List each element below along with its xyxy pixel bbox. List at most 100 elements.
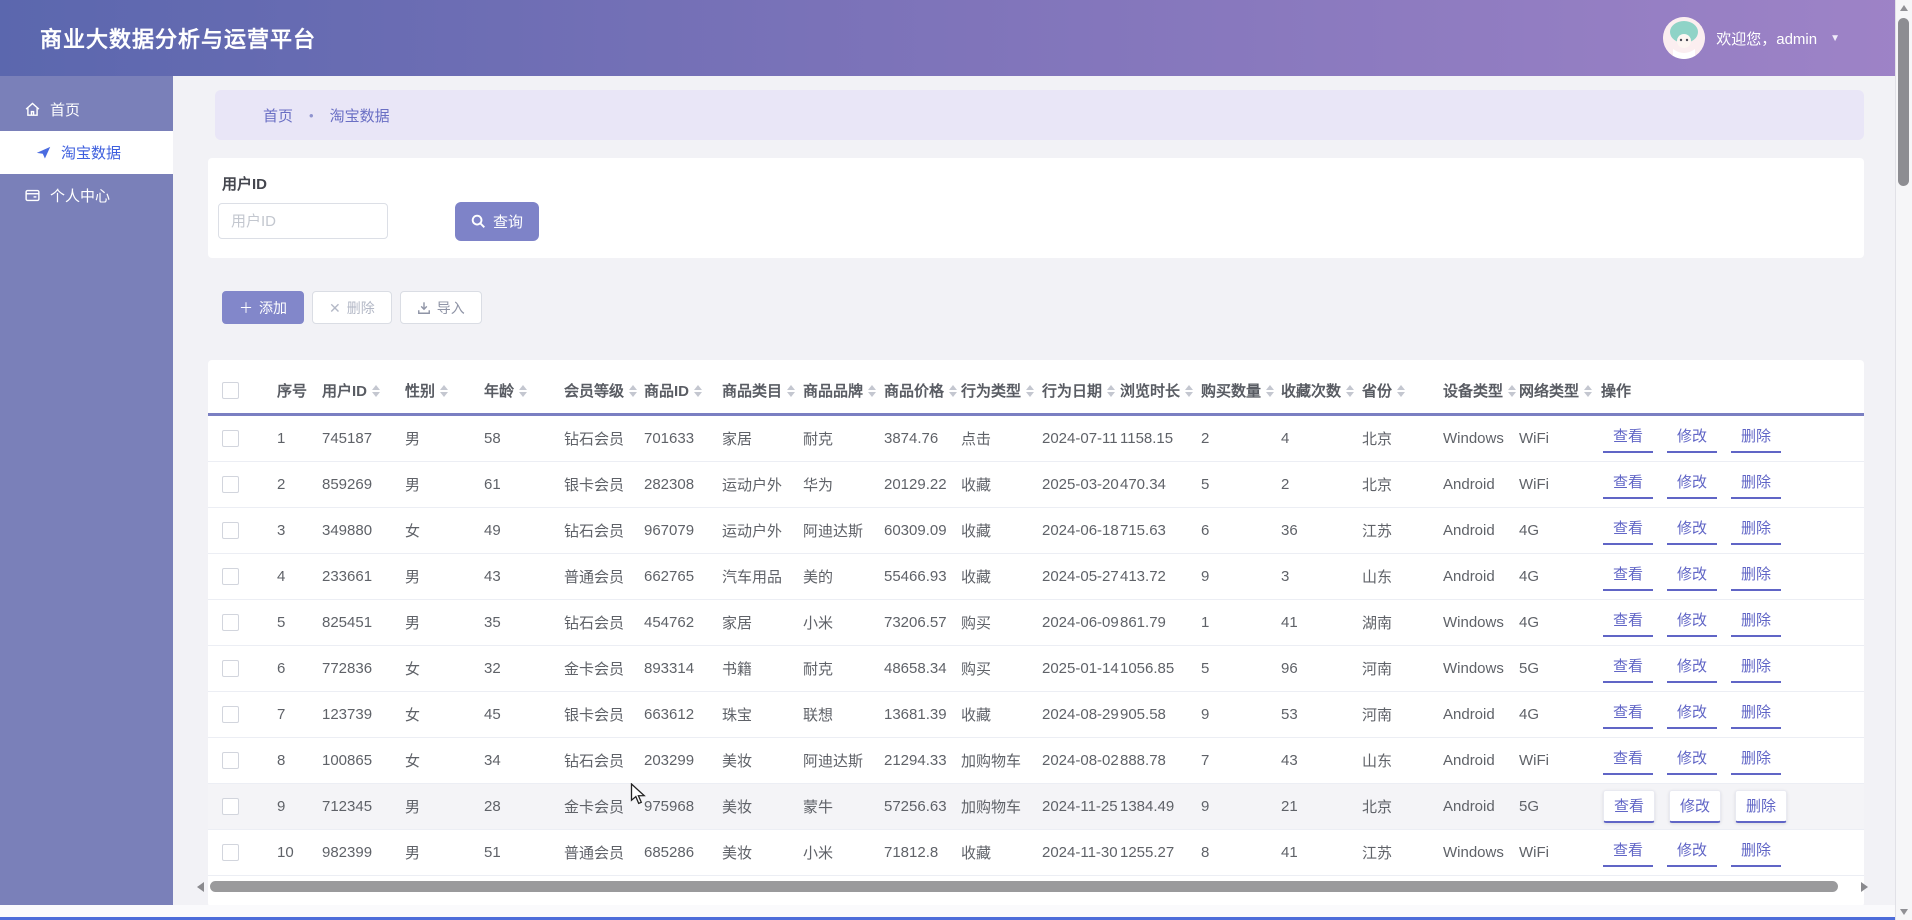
table-row[interactable]: 4 233661 男 43 普通会员 662765 汽车用品 美的 55466.93 收藏 2024…: [208, 553, 1864, 600]
delete-link[interactable]: 删除: [1731, 609, 1782, 637]
cell: 51: [470, 829, 550, 876]
row-checkbox[interactable]: [222, 614, 239, 632]
delete-link[interactable]: 删除: [1731, 655, 1782, 683]
column-header[interactable]: 商品ID: [630, 367, 708, 416]
column-header[interactable]: 省份: [1348, 367, 1429, 416]
vscroll-down-arrow-icon[interactable]: [1900, 909, 1908, 915]
delete-button[interactable]: ✕ 删除: [312, 291, 392, 324]
row-checkbox[interactable]: [222, 660, 239, 678]
hscroll-right-arrow-icon[interactable]: [1861, 882, 1868, 892]
delete-link[interactable]: 删除: [1735, 790, 1788, 823]
add-button[interactable]: ＋ 添加: [222, 291, 304, 324]
table-row[interactable]: 5 825451 男 35 钻石会员 454762 家居 小米 73206.57 购买 2024-0…: [208, 599, 1864, 646]
hscroll-left-arrow-icon[interactable]: [197, 882, 204, 892]
avatar[interactable]: [1663, 17, 1706, 59]
chevron-down-icon[interactable]: ▼: [1830, 33, 1840, 44]
row-actions-cell: 查看 修改 删除: [1587, 507, 1864, 554]
edit-link[interactable]: 修改: [1667, 517, 1718, 545]
cell: 男: [391, 553, 470, 600]
column-header[interactable]: 年龄: [470, 367, 550, 416]
edit-link[interactable]: 修改: [1667, 471, 1718, 499]
column-header[interactable]: 商品类目: [708, 367, 796, 416]
row-checkbox[interactable]: [222, 798, 239, 816]
cell: 2024-06-18: [1028, 507, 1119, 554]
table-row[interactable]: 10 982399 男 51 普通会员 685286 美妆 小米 71812.8 收藏 2024-1…: [208, 829, 1864, 876]
select-all-checkbox[interactable]: [222, 381, 239, 399]
table-row[interactable]: 7 123739 女 45 银卡会员 663612 珠宝 联想 13681.39 收藏 2024-0…: [208, 691, 1864, 738]
row-checkbox[interactable]: [222, 568, 239, 586]
view-link[interactable]: 查看: [1603, 563, 1654, 591]
view-link[interactable]: 查看: [1603, 655, 1654, 683]
delete-link[interactable]: 删除: [1731, 425, 1782, 453]
cell: 3: [1267, 553, 1348, 600]
row-checkbox[interactable]: [222, 706, 239, 724]
vertical-scrollbar[interactable]: [1895, 0, 1912, 920]
column-header[interactable]: 行为类型: [947, 367, 1035, 416]
row-checkbox[interactable]: [222, 522, 239, 540]
table-row[interactable]: 8 100865 女 34 钻石会员 203299 美妆 阿迪达斯 21294.33 加购物车 20…: [208, 737, 1864, 784]
delete-link[interactable]: 删除: [1731, 517, 1782, 545]
delete-link[interactable]: 删除: [1731, 701, 1782, 729]
search-input[interactable]: [218, 203, 388, 239]
column-label: 商品品牌: [803, 382, 864, 400]
sidebar-item-home[interactable]: 首页: [0, 88, 173, 131]
column-header[interactable]: 购买数量: [1187, 367, 1275, 416]
cell: 9: [1187, 783, 1267, 830]
edit-link[interactable]: 修改: [1667, 425, 1718, 453]
view-link[interactable]: 查看: [1603, 701, 1654, 729]
column-header[interactable]: 商品价格: [870, 367, 958, 416]
table-row[interactable]: 9 712345 男 28 金卡会员 975968 美妆 蒙牛 57256.63 加购物车 2024…: [208, 783, 1864, 830]
view-link[interactable]: 查看: [1603, 747, 1654, 775]
vscroll-up-arrow-icon[interactable]: [1900, 5, 1908, 11]
view-link[interactable]: 查看: [1603, 471, 1654, 499]
delete-link[interactable]: 删除: [1731, 839, 1782, 867]
cell: 34: [470, 737, 550, 784]
breadcrumb-home[interactable]: 首页: [263, 105, 293, 126]
edit-link[interactable]: 修改: [1667, 563, 1718, 591]
view-link[interactable]: 查看: [1603, 425, 1654, 453]
sidebar-item-taobao-data[interactable]: 淘宝数据: [0, 131, 173, 174]
column-header[interactable]: 收藏次数: [1267, 367, 1355, 416]
delete-link[interactable]: 删除: [1731, 563, 1782, 591]
cell: 48658.34: [870, 645, 947, 692]
user-menu[interactable]: 欢迎您，admin ▼: [1663, 0, 1840, 76]
column-header[interactable]: 设备类型: [1429, 367, 1517, 416]
row-checkbox[interactable]: [222, 844, 239, 862]
cell: 阿迪达斯: [789, 507, 870, 554]
sidebar-item-profile[interactable]: 个人中心: [0, 174, 173, 217]
column-header[interactable]: 浏览时长: [1106, 367, 1194, 416]
column-label: 商品ID: [644, 382, 690, 400]
table-row[interactable]: 2 859269 男 61 银卡会员 282308 运动户外 华为 20129.22 收藏 2025…: [208, 461, 1864, 508]
column-header[interactable]: 会员等级: [550, 367, 638, 416]
row-checkbox[interactable]: [222, 430, 239, 448]
row-checkbox[interactable]: [222, 476, 239, 494]
view-link[interactable]: 查看: [1603, 517, 1654, 545]
query-button[interactable]: 查询: [455, 202, 539, 241]
column-header[interactable]: 网络类型: [1505, 367, 1593, 416]
view-link[interactable]: 查看: [1603, 790, 1656, 823]
column-label: 设备类型: [1443, 382, 1504, 400]
delete-link[interactable]: 删除: [1731, 471, 1782, 499]
edit-link[interactable]: 修改: [1667, 747, 1718, 775]
select-all-header-cell[interactable]: [208, 367, 263, 416]
vertical-scrollbar-thumb[interactable]: [1898, 18, 1909, 186]
row-checkbox[interactable]: [222, 752, 239, 770]
edit-link[interactable]: 修改: [1667, 839, 1718, 867]
edit-link[interactable]: 修改: [1667, 655, 1718, 683]
view-link[interactable]: 查看: [1603, 839, 1654, 867]
edit-link[interactable]: 修改: [1669, 790, 1722, 823]
table-row[interactable]: 3 349880 女 49 钻石会员 967079 运动户外 阿迪达斯 60309.09 收藏 20…: [208, 507, 1864, 554]
import-button[interactable]: 导入: [399, 291, 482, 324]
column-header[interactable]: 用户ID: [308, 367, 391, 416]
edit-link[interactable]: 修改: [1667, 701, 1718, 729]
edit-link[interactable]: 修改: [1667, 609, 1718, 637]
column-header[interactable]: 商品品牌: [789, 367, 877, 416]
column-header[interactable]: 行为日期: [1028, 367, 1116, 416]
cell: 4G: [1505, 599, 1587, 646]
table-row[interactable]: 1 745187 男 58 钻石会员 701633 家居 耐克 3874.76 点击 2024-07…: [208, 414, 1864, 462]
delete-link[interactable]: 删除: [1731, 747, 1782, 775]
table-row[interactable]: 6 772836 女 32 金卡会员 893314 书籍 耐克 48658.34 购买 2025-0…: [208, 645, 1864, 692]
horizontal-scrollbar-thumb[interactable]: [210, 881, 1838, 892]
view-link[interactable]: 查看: [1603, 609, 1654, 637]
column-header[interactable]: 性别: [391, 367, 470, 416]
